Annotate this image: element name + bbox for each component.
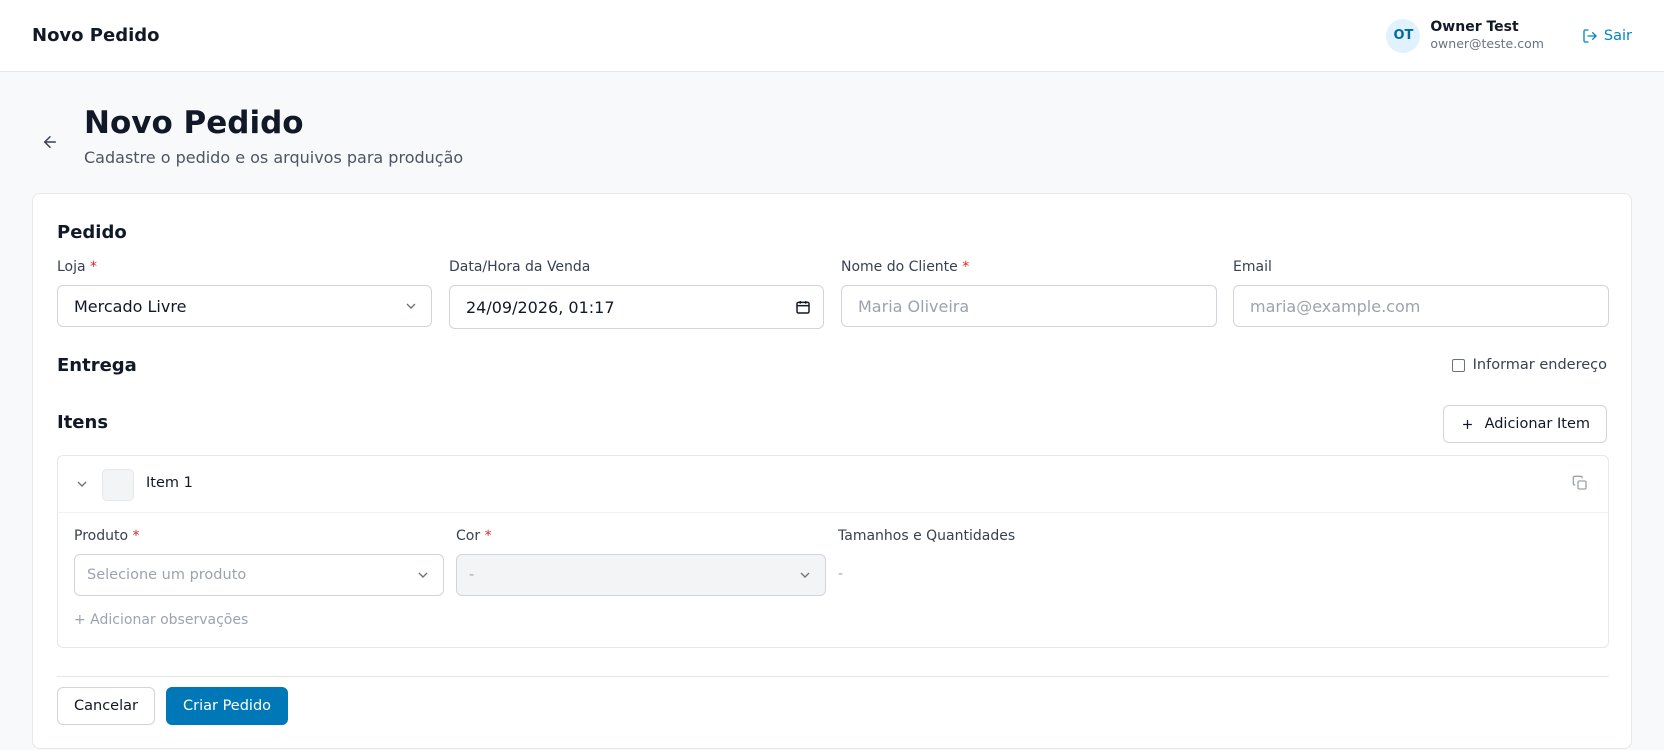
- footer-divider: [57, 676, 1609, 677]
- back-button[interactable]: [32, 124, 68, 160]
- required-marker: *: [90, 259, 98, 275]
- cliente-label-text: Nome do Cliente: [841, 259, 958, 275]
- chevron-down-icon: [800, 572, 810, 578]
- item-thumbnail: [102, 469, 134, 501]
- logout-label: Sair: [1603, 27, 1632, 44]
- cor-select[interactable]: -: [456, 554, 826, 596]
- add-item-label: Adicionar Item: [1484, 416, 1590, 432]
- add-item-button[interactable]: Adicionar Item: [1442, 405, 1607, 443]
- user-name: Owner Test: [1430, 18, 1519, 35]
- informar-endereco-toggle[interactable]: Informar endereço: [1451, 357, 1607, 373]
- item-header[interactable]: Item 1: [58, 456, 1608, 513]
- section-title-pedido: Pedido: [57, 222, 127, 243]
- page-header: Novo Pedido Cadastre o pedido e os arqui…: [0, 72, 1664, 167]
- required-marker: *: [962, 259, 970, 275]
- order-form-card: Pedido Loja * Mercado Livre Data/Hora da…: [32, 193, 1632, 749]
- produto-placeholder: Selecione um produto: [87, 567, 247, 583]
- email-label: Email: [1233, 259, 1272, 275]
- cor-value: -: [469, 567, 475, 583]
- cor-label: Cor *: [456, 528, 492, 544]
- page-heading: Novo Pedido Cadastre o pedido e os arqui…: [84, 105, 464, 167]
- data-hora-input[interactable]: 24/09/2026, 01:17: [449, 285, 824, 329]
- item-card: Item 1 Produto * Selecione um produto Co…: [57, 455, 1609, 648]
- cliente-input[interactable]: Maria Oliveira: [841, 285, 1217, 327]
- informar-endereco-label: Informar endereço: [1472, 357, 1607, 373]
- page-subtitle: Cadastre o pedido e os arquivos para pro…: [84, 147, 464, 167]
- item-name: Item 1: [146, 475, 193, 491]
- cor-label-text: Cor: [456, 528, 481, 544]
- loja-value: Mercado Livre: [74, 296, 187, 316]
- informar-endereco-checkbox[interactable]: [1451, 358, 1465, 372]
- produto-label-text: Produto: [74, 528, 129, 544]
- cliente-placeholder: Maria Oliveira: [858, 296, 970, 316]
- user-email: owner@teste.com: [1430, 36, 1544, 52]
- produto-label: Produto *: [74, 528, 139, 544]
- page-title: Novo Pedido: [84, 105, 304, 141]
- user-info: Owner Test owner@teste.com: [1430, 19, 1544, 52]
- cancel-button[interactable]: Cancelar: [57, 687, 155, 725]
- chevron-down-icon: [406, 303, 416, 309]
- logout-button[interactable]: Sair: [1582, 28, 1632, 44]
- chevron-down-icon[interactable]: [74, 476, 90, 492]
- user-menu: OT Owner Test owner@teste.com Sair: [1386, 18, 1632, 53]
- email-placeholder: maria@example.com: [1250, 296, 1421, 316]
- logout-icon: [1583, 28, 1597, 43]
- avatar[interactable]: OT: [1386, 18, 1421, 53]
- app-title: Novo Pedido: [32, 25, 160, 46]
- loja-label: Loja *: [57, 259, 97, 275]
- required-marker: *: [484, 528, 492, 544]
- section-title-entrega: Entrega: [57, 355, 137, 376]
- copy-icon[interactable]: [1572, 475, 1588, 491]
- arrow-left-icon: [44, 136, 56, 148]
- loja-select[interactable]: Mercado Livre: [57, 285, 432, 327]
- produto-select[interactable]: Selecione um produto: [74, 554, 444, 596]
- top-bar: Novo Pedido OT Owner Test owner@teste.co…: [0, 0, 1664, 72]
- add-notes-link[interactable]: + Adicionar observações: [74, 612, 248, 628]
- email-input[interactable]: maria@example.com: [1233, 285, 1609, 327]
- loja-label-text: Loja: [57, 259, 86, 275]
- plus-icon: [1462, 419, 1472, 429]
- calendar-icon[interactable]: [795, 299, 811, 315]
- data-hora-label: Data/Hora da Venda: [449, 259, 591, 275]
- required-marker: *: [132, 528, 140, 544]
- tamanhos-value: -: [838, 566, 844, 582]
- create-order-button[interactable]: Criar Pedido: [166, 687, 289, 725]
- chevron-down-icon: [418, 572, 428, 578]
- section-title-itens: Itens: [57, 412, 109, 433]
- data-hora-value: 24/09/2026, 01:17: [466, 297, 615, 317]
- cliente-label: Nome do Cliente *: [841, 259, 969, 275]
- tamanhos-label: Tamanhos e Quantidades: [838, 528, 1016, 544]
